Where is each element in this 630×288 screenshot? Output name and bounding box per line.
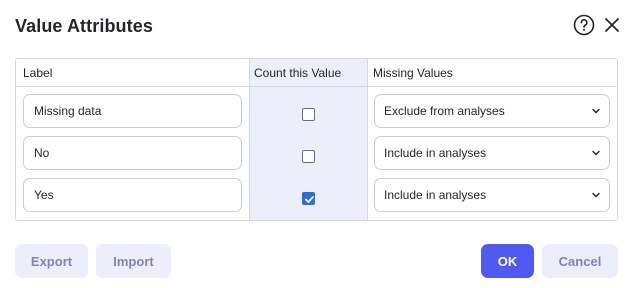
ok-button[interactable]: OK [481, 244, 534, 278]
label-input-row-3[interactable]: Yes [23, 178, 242, 212]
import-button[interactable]: Import [96, 244, 171, 278]
missing-values-select-row-1[interactable]: Exclude from analyses [374, 94, 610, 128]
label-input-row-1[interactable]: Missing data [23, 94, 242, 128]
export-button[interactable]: Export [15, 244, 88, 278]
value-attributes-table: Label Count this Value Missing Values Mi… [15, 58, 618, 221]
missing-values-select-row-3[interactable]: Include in analyses [374, 178, 610, 212]
label-input-row-2[interactable]: No [23, 136, 242, 170]
column-header-count: Count this Value [254, 66, 342, 80]
chevron-down-icon [592, 150, 600, 156]
count-checkbox-row-2[interactable] [302, 150, 315, 163]
cancel-button[interactable]: Cancel [542, 244, 618, 278]
header-divider [16, 86, 617, 87]
select-value: Exclude from analyses [384, 104, 505, 118]
dialog-title: Value Attributes [15, 16, 153, 36]
close-icon[interactable] [602, 15, 622, 35]
column-divider [249, 59, 250, 220]
checkmark-icon [305, 196, 314, 203]
count-checkbox-row-1[interactable] [302, 108, 315, 121]
help-circle-icon[interactable] [573, 14, 595, 36]
select-value: Include in analyses [384, 146, 487, 160]
column-divider [367, 59, 368, 220]
count-checkbox-row-3[interactable] [302, 192, 315, 205]
missing-values-select-row-2[interactable]: Include in analyses [374, 136, 610, 170]
chevron-down-icon [592, 108, 600, 114]
chevron-down-icon [592, 192, 600, 198]
select-value: Include in analyses [384, 188, 487, 202]
column-header-missing: Missing Values [373, 66, 453, 80]
column-header-label: Label [23, 66, 53, 80]
